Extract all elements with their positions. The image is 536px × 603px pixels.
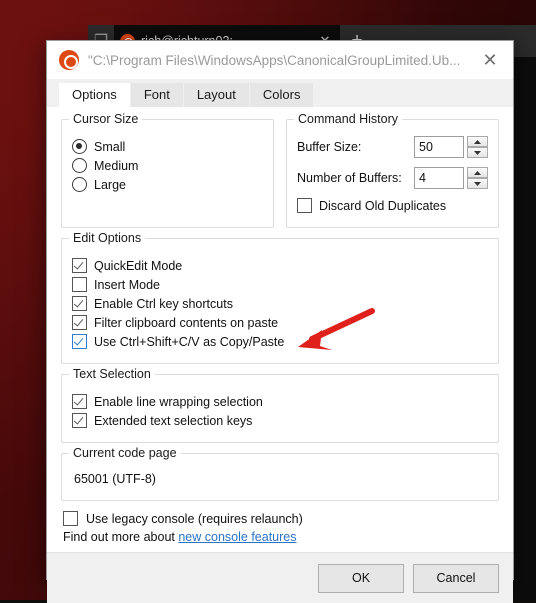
checkbox-icon xyxy=(297,198,312,213)
checkbox-icon xyxy=(63,511,78,526)
checkbox-discard-old-duplicates[interactable]: Discard Old Duplicates xyxy=(297,198,488,213)
checkbox-label: Insert Mode xyxy=(94,278,160,292)
checkbox-enable-ctrl-key-shortcuts[interactable]: Enable Ctrl key shortcuts xyxy=(72,296,488,311)
ubuntu-icon xyxy=(59,50,79,70)
edit-options-legend: Edit Options xyxy=(69,231,145,245)
cursor-size-legend: Cursor Size xyxy=(69,112,142,126)
new-console-features-link[interactable]: new console features xyxy=(178,530,296,544)
checkbox-label: Enable Ctrl key shortcuts xyxy=(94,297,233,311)
dialog-title: "C:\Program Files\WindowsApps\CanonicalG… xyxy=(88,53,473,68)
checkbox-icon xyxy=(72,296,87,311)
checkbox-label: QuickEdit Mode xyxy=(94,259,182,273)
checkbox-icon xyxy=(72,394,87,409)
buffer-size-row: Buffer Size: 50 xyxy=(297,136,488,158)
tab-options[interactable]: Options xyxy=(59,83,130,107)
find-out-more-prefix: Find out more about xyxy=(63,530,178,544)
buffer-size-stepper[interactable]: 50 xyxy=(414,136,488,158)
ok-button[interactable]: OK xyxy=(318,564,404,593)
checkbox-filter-clipboard-contents[interactable]: Filter clipboard contents on paste xyxy=(72,315,488,330)
checkbox-insert-mode[interactable]: Insert Mode xyxy=(72,277,488,292)
checkbox-label: Use legacy console (requires relaunch) xyxy=(86,512,303,526)
code-page-group: Current code page 65001 (UTF-8) xyxy=(61,453,499,501)
dialog-button-bar: OK Cancel xyxy=(47,552,513,603)
command-history-group: Command History Buffer Size: 50 Number o… xyxy=(286,119,499,228)
cursor-size-group: Cursor Size Small Medium Large xyxy=(61,119,274,228)
radio-label: Small xyxy=(94,140,125,154)
checkbox-icon xyxy=(72,277,87,292)
text-selection-group: Text Selection Enable line wrapping sele… xyxy=(61,374,499,443)
radio-label: Medium xyxy=(94,159,138,173)
tab-strip: Options Font Layout Colors xyxy=(47,79,513,107)
checkbox-enable-line-wrapping-selection[interactable]: Enable line wrapping selection xyxy=(72,394,488,409)
number-of-buffers-row: Number of Buffers: 4 xyxy=(297,167,488,189)
checkbox-use-legacy-console[interactable]: Use legacy console (requires relaunch) xyxy=(63,511,497,526)
checkbox-icon xyxy=(72,315,87,330)
find-out-more-text: Find out more about new console features xyxy=(63,530,497,544)
dialog-title-bar[interactable]: "C:\Program Files\WindowsApps\CanonicalG… xyxy=(47,41,513,79)
command-history-legend: Command History xyxy=(294,112,402,126)
checkbox-label: Enable line wrapping selection xyxy=(94,395,263,409)
spinner-down-icon[interactable] xyxy=(467,178,488,189)
radio-icon xyxy=(72,177,87,192)
text-selection-legend: Text Selection xyxy=(69,367,155,381)
code-page-legend: Current code page xyxy=(69,446,181,460)
checkbox-icon xyxy=(72,334,87,349)
options-tab-page: Cursor Size Small Medium Large Command H… xyxy=(47,107,513,552)
cancel-button[interactable]: Cancel xyxy=(413,564,499,593)
number-of-buffers-label: Number of Buffers: xyxy=(297,171,414,185)
buffer-size-spin-buttons[interactable] xyxy=(467,136,488,158)
spinner-up-icon[interactable] xyxy=(467,136,488,147)
edit-options-group: Edit Options QuickEdit Mode Insert Mode … xyxy=(61,238,499,364)
radio-cursor-large[interactable]: Large xyxy=(72,177,263,192)
radio-cursor-small[interactable]: Small xyxy=(72,139,263,154)
top-groups-row: Cursor Size Small Medium Large Command H… xyxy=(61,119,499,238)
spinner-up-icon[interactable] xyxy=(467,167,488,178)
checkbox-use-ctrl-shift-cv[interactable]: Use Ctrl+Shift+C/V as Copy/Paste xyxy=(72,334,488,349)
tab-layout[interactable]: Layout xyxy=(184,83,249,107)
buffer-size-label: Buffer Size: xyxy=(297,140,414,154)
number-of-buffers-spin-buttons[interactable] xyxy=(467,167,488,189)
close-icon[interactable]: ✕ xyxy=(473,45,507,75)
checkbox-label: Extended text selection keys xyxy=(94,414,252,428)
radio-icon xyxy=(72,139,87,154)
checkbox-quickedit-mode[interactable]: QuickEdit Mode xyxy=(72,258,488,273)
number-of-buffers-input[interactable]: 4 xyxy=(414,167,464,189)
radio-icon xyxy=(72,158,87,173)
number-of-buffers-stepper[interactable]: 4 xyxy=(414,167,488,189)
checkbox-icon xyxy=(72,413,87,428)
checkbox-extended-text-selection-keys[interactable]: Extended text selection keys xyxy=(72,413,488,428)
checkbox-icon xyxy=(72,258,87,273)
checkbox-label: Use Ctrl+Shift+C/V as Copy/Paste xyxy=(94,335,284,349)
checkbox-label: Filter clipboard contents on paste xyxy=(94,316,278,330)
tab-font[interactable]: Font xyxy=(131,83,183,107)
radio-label: Large xyxy=(94,178,126,192)
checkbox-label: Discard Old Duplicates xyxy=(319,199,446,213)
radio-cursor-medium[interactable]: Medium xyxy=(72,158,263,173)
buffer-size-input[interactable]: 50 xyxy=(414,136,464,158)
console-properties-dialog: "C:\Program Files\WindowsApps\CanonicalG… xyxy=(46,40,514,580)
spinner-down-icon[interactable] xyxy=(467,147,488,158)
code-page-value: 65001 (UTF-8) xyxy=(72,470,488,490)
tab-colors[interactable]: Colors xyxy=(250,83,314,107)
